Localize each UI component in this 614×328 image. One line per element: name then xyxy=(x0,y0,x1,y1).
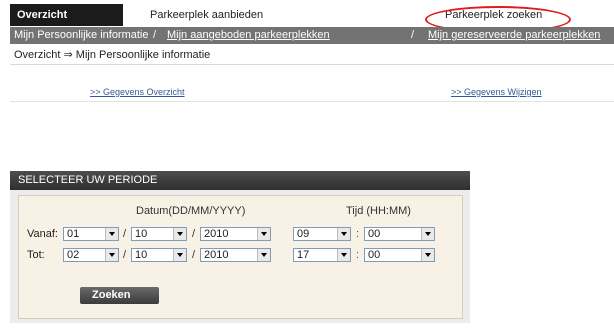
vanaf-year-select[interactable]: 2010 xyxy=(200,227,271,241)
date-separator: / xyxy=(192,249,196,261)
vanaf-day-select[interactable]: 01 xyxy=(63,227,119,241)
tot-hour-value: 17 xyxy=(297,249,310,261)
date-separator: / xyxy=(123,228,127,240)
subnav-aangeboden-parkeerplekken[interactable]: Mijn aangeboden parkeerplekken xyxy=(167,27,330,44)
breadcrumb: Overzicht ⇒ Mijn Persoonlijke informatie xyxy=(14,49,211,61)
tot-minute-value: 00 xyxy=(368,249,381,261)
gegevens-wijzigen-link[interactable]: >> Gegevens Wijzigen xyxy=(451,87,542,97)
date-separator: / xyxy=(123,249,127,261)
subnav-separator: / xyxy=(153,29,157,41)
datum-header: Datum(DD/MM/YYYY) xyxy=(136,205,246,217)
vanaf-month-select[interactable]: 10 xyxy=(131,227,187,241)
chevron-down-icon xyxy=(337,249,350,261)
subnav-persoonlijke-informatie[interactable]: Mijn Persoonlijke informatie xyxy=(14,27,149,44)
top-navigation: Overzicht Parkeerplek aanbieden Parkeerp… xyxy=(0,4,614,33)
period-form: Datum(DD/MM/YYYY) Tijd (HH:MM) Vanaf: To… xyxy=(18,195,463,319)
vanaf-day-value: 01 xyxy=(67,228,80,240)
tot-day-value: 02 xyxy=(67,249,80,261)
tot-year-value: 2010 xyxy=(204,249,229,261)
gegevens-overzicht-link[interactable]: >> Gegevens Overzicht xyxy=(90,87,185,97)
vanaf-minute-value: 00 xyxy=(368,228,381,240)
tot-year-select[interactable]: 2010 xyxy=(200,248,271,262)
chevron-down-icon xyxy=(173,228,186,240)
vanaf-label: Vanaf: xyxy=(27,228,58,240)
chevron-down-icon xyxy=(173,249,186,261)
chevron-down-icon xyxy=(337,228,350,240)
vanaf-month-value: 10 xyxy=(135,228,148,240)
time-separator: : xyxy=(356,249,360,261)
tijd-header: Tijd (HH:MM) xyxy=(346,205,411,217)
tot-month-value: 10 xyxy=(135,249,148,261)
sub-navigation: Mijn Persoonlijke informatie / Mijn aang… xyxy=(10,27,614,44)
chevron-down-icon xyxy=(257,249,270,261)
vanaf-minute-select[interactable]: 00 xyxy=(364,227,435,241)
date-separator: / xyxy=(192,228,196,240)
chevron-down-icon xyxy=(105,249,118,261)
period-panel: SELECTEER UW PERIODE Datum(DD/MM/YYYY) T… xyxy=(10,171,470,323)
chevron-down-icon xyxy=(257,228,270,240)
search-button[interactable]: Zoeken xyxy=(80,287,159,304)
vanaf-hour-value: 09 xyxy=(297,228,310,240)
chevron-down-icon xyxy=(421,228,434,240)
chevron-down-icon xyxy=(105,228,118,240)
tab-overzicht[interactable]: Overzicht xyxy=(10,4,123,26)
subnav-gereserveerde-parkeerplekken[interactable]: Mijn gereserveerde parkeerplekken xyxy=(428,27,600,44)
tot-label: Tot: xyxy=(27,249,45,261)
panel-title: SELECTEER UW PERIODE xyxy=(10,171,470,190)
tot-month-select[interactable]: 10 xyxy=(131,248,187,262)
time-separator: : xyxy=(356,228,360,240)
tot-minute-select[interactable]: 00 xyxy=(364,248,435,262)
chevron-down-icon xyxy=(421,249,434,261)
tot-day-select[interactable]: 02 xyxy=(63,248,119,262)
vanaf-year-value: 2010 xyxy=(204,228,229,240)
tot-hour-select[interactable]: 17 xyxy=(293,248,351,262)
divider xyxy=(10,101,614,102)
tab-parkeerplek-aanbieden[interactable]: Parkeerplek aanbieden xyxy=(150,4,263,26)
subnav-separator: / xyxy=(411,29,415,41)
divider xyxy=(10,64,614,65)
vanaf-hour-select[interactable]: 09 xyxy=(293,227,351,241)
